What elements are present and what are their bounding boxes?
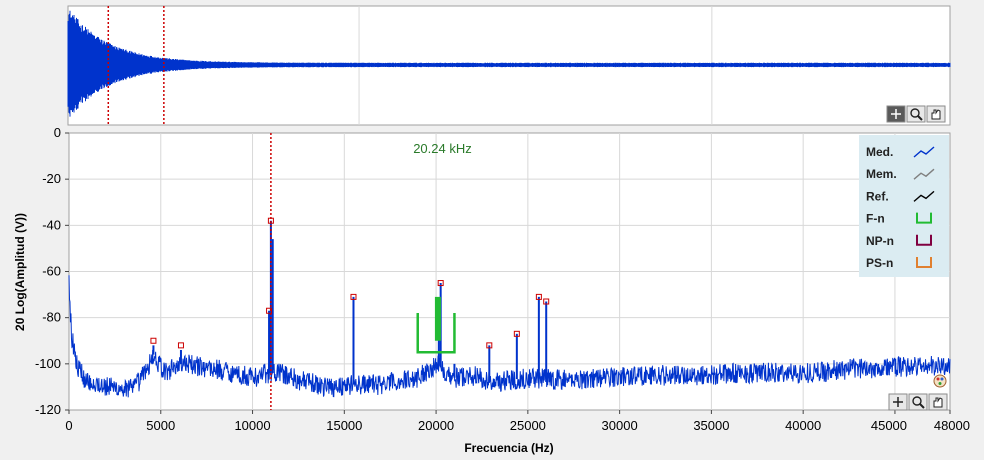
- legend-entry-label: Mem.: [866, 167, 897, 181]
- legend-entry-label: Med.: [866, 145, 893, 159]
- x-tick-label: 35000: [693, 418, 729, 433]
- legend-entry-label: F-n: [866, 212, 885, 226]
- y-tick-label: -100: [35, 356, 61, 371]
- x-tick-label: 30000: [602, 418, 638, 433]
- time-domain-plot[interactable]: [67, 5, 951, 126]
- x-tick-label: 10000: [234, 418, 270, 433]
- x-tick-label: 48000: [934, 418, 970, 433]
- y-axis-ticks: 0 -20 -40 -60 -80 -100 -120: [35, 125, 69, 417]
- pan-button[interactable]: [926, 105, 946, 123]
- legend-entry-label: Ref.: [866, 189, 889, 203]
- palette-icon: [933, 374, 947, 388]
- x-tick-label: 15000: [326, 418, 362, 433]
- x-tick-label: 20000: [418, 418, 454, 433]
- palette-body: [933, 374, 947, 388]
- x-tick-label: 25000: [510, 418, 546, 433]
- analyzer-window: 0 5000 10000 15000 20000 25000 30000 35000 40000…: [0, 0, 984, 455]
- y-axis-label: 20 Log(Amplitud (V)): [13, 213, 27, 331]
- zoom-button[interactable]: [906, 105, 926, 123]
- legend-entry-label: PS-n: [866, 256, 893, 270]
- palette-dot-green: [938, 382, 942, 385]
- x-axis-label: Frecuencia (Hz): [464, 441, 553, 455]
- y-tick-label: -20: [42, 171, 61, 186]
- x-axis-ticks: 0 5000 10000 15000 20000 25000 30000 35000 40000…: [65, 410, 970, 433]
- y-tick-label: -80: [42, 310, 61, 325]
- legend-entry-label: NP-n: [866, 234, 894, 248]
- y-tick-label: 0: [54, 125, 61, 140]
- crosshair-button[interactable]: [888, 393, 908, 411]
- spectrum-plot-toolbar: [888, 393, 948, 411]
- spectrum-analyzer-chart: 0 5000 10000 15000 20000 25000 30000 35000 40000…: [13, 5, 970, 455]
- x-tick-label: 40000: [785, 418, 821, 433]
- spectrum-plot[interactable]: 0 5000 10000 15000 20000 25000 30000 35000 40000…: [13, 125, 970, 455]
- zoom-button[interactable]: [908, 393, 928, 411]
- y-tick-label: -120: [35, 402, 61, 417]
- x-tick-label: 5000: [146, 418, 175, 433]
- y-tick-label: -60: [42, 264, 61, 279]
- time-plot-toolbar: [886, 105, 946, 123]
- x-tick-label: 45000: [871, 418, 907, 433]
- palette-dot-red: [936, 377, 940, 381]
- y-tick-label: -40: [42, 217, 61, 232]
- crosshair-button[interactable]: [886, 105, 906, 123]
- x-tick-label: 0: [65, 418, 72, 433]
- annotation-frequency-label: 20.24 kHz: [413, 141, 472, 156]
- pan-button[interactable]: [928, 393, 948, 411]
- palette-dot-blue: [940, 377, 944, 381]
- f-n-peak-fill: [434, 296, 441, 341]
